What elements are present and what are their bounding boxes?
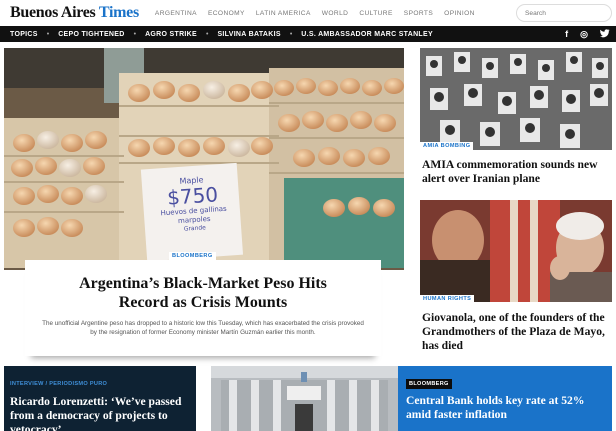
side-story-2-tag[interactable]: HUMAN RIGHTS: [420, 295, 475, 303]
topic-separator: •: [206, 30, 209, 38]
logo-main: Buenos Aires: [10, 4, 96, 21]
bottom-story-left[interactable]: INTERVIEW / PERIODISMO PURO Ricardo Lore…: [4, 366, 196, 431]
search-input[interactable]: Search: [516, 4, 612, 22]
nav-opinion[interactable]: OPINION: [444, 10, 475, 17]
side-story-2-image[interactable]: [420, 200, 612, 302]
topic-separator: •: [289, 30, 293, 38]
bottom-story-middle-image[interactable]: [211, 366, 398, 431]
main-story-subtitle: The unofficial Argentine peso has droppe…: [42, 320, 364, 336]
topic-agro-strike[interactable]: AGRO STRIKE: [145, 31, 197, 38]
main-nav: ARGENTINA ECONOMY LATIN AMERICA WORLD CU…: [155, 10, 475, 17]
main-story-tag[interactable]: BLOOMBERG: [169, 252, 216, 260]
topic-silvina-batakis[interactable]: SILVINA BATAKIS: [217, 31, 280, 38]
topic-cepo-tightened[interactable]: CEPO TIGHTENED: [58, 31, 124, 38]
nav-culture[interactable]: CULTURE: [359, 10, 392, 17]
side-story-1-tag[interactable]: AMIA BOMBING: [420, 142, 474, 150]
instagram-icon[interactable]: ◎: [580, 29, 588, 40]
side-story-1-title[interactable]: AMIA commemoration sounds new alert over…: [422, 158, 612, 186]
nav-economy[interactable]: ECONOMY: [208, 10, 245, 17]
main-story-title[interactable]: Argentina’s Black-Market Peso Hits Recor…: [25, 274, 381, 312]
topic-separator: •: [46, 30, 50, 38]
site-header: Buenos Aires Times ARGENTINA ECONOMY LAT…: [0, 0, 616, 26]
site-logo[interactable]: Buenos Aires Times: [10, 4, 139, 22]
nav-world[interactable]: WORLD: [322, 10, 349, 17]
bottom-right-kicker[interactable]: BLOOMBERG: [406, 379, 452, 389]
main-story-image[interactable]: Maple $750 Huevos de gallinas marpoles G…: [4, 48, 404, 270]
facebook-icon[interactable]: f: [565, 29, 568, 39]
side-story-2-title[interactable]: Giovanola, one of the founders of the Gr…: [422, 311, 612, 353]
topic-list: TOPICS • CEPO TIGHTENED • AGRO STRIKE • …: [10, 31, 433, 38]
bottom-left-title[interactable]: Ricardo Lorenzetti: ‘We’ve passed from a…: [10, 395, 190, 431]
logo-accent: Times: [98, 4, 139, 21]
twitter-icon[interactable]: [600, 28, 610, 40]
side-story-1-image[interactable]: [420, 48, 612, 150]
bottom-story-right[interactable]: BLOOMBERG Central Bank holds key rate at…: [398, 366, 612, 431]
bottom-right-title[interactable]: Central Bank holds key rate at 52% amid …: [406, 394, 604, 422]
social-links: f ◎: [565, 26, 610, 42]
bottom-left-kicker[interactable]: INTERVIEW / PERIODISMO PURO: [10, 381, 107, 387]
search-placeholder: Search: [525, 9, 546, 17]
nav-sports[interactable]: SPORTS: [404, 10, 433, 17]
nav-latin-america[interactable]: LATIN AMERICA: [256, 10, 311, 17]
main-story-card[interactable]: Argentina’s Black-Market Peso Hits Recor…: [25, 260, 381, 356]
nav-argentina[interactable]: ARGENTINA: [155, 10, 197, 17]
topic-label: TOPICS: [10, 30, 38, 38]
topic-separator: •: [133, 30, 137, 38]
topic-us-ambassador[interactable]: U.S. AMBASSADOR MARC STANLEY: [301, 31, 433, 38]
topic-bar: TOPICS • CEPO TIGHTENED • AGRO STRIKE • …: [0, 26, 616, 42]
price-sign: Maple $750 Huevos de gallinas marpoles G…: [148, 173, 239, 259]
